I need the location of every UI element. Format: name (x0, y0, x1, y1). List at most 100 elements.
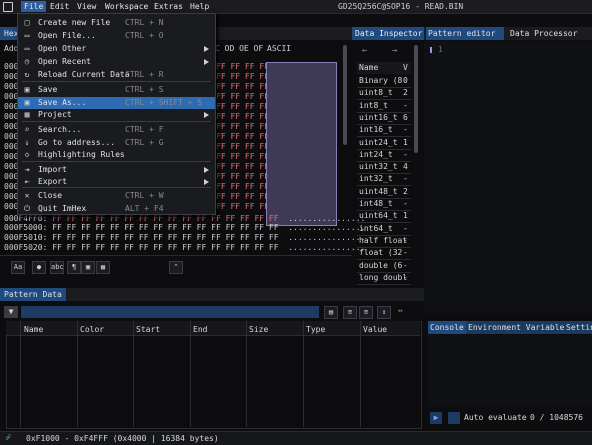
file-menu: □ Create new File CTRL + N ▭ Open File... CTR… (17, 13, 216, 215)
selection-info: 0xF1000 - 0xF4FFF (0x4000 | 16384 bytes) (26, 434, 219, 443)
collapse-icon[interactable]: ↔ (398, 306, 403, 315)
col-value[interactable]: Value (363, 324, 387, 335)
file-menu-item-save-as[interactable]: ▣ Save As... CTRL + SHIFT + S (18, 97, 215, 109)
pattern-tabbar: Pattern editor Data Processor (424, 27, 592, 40)
file-menu-item-open-other[interactable]: ▭ Open Other (18, 43, 215, 55)
hex-byte-group[interactable]: FF FF FF FF (216, 112, 269, 122)
chevron-up-icon[interactable]: ⌃ (169, 261, 183, 274)
tab-settings[interactable]: Settin (564, 321, 592, 334)
col-color[interactable]: Color (80, 324, 104, 335)
inspector-row[interactable]: uint24_t 1 (357, 137, 411, 150)
inspector-row[interactable]: uint64_t 1 (357, 210, 411, 224)
play-icon[interactable]: ▶ (430, 412, 442, 424)
inspector-row[interactable]: uint48_t 2 (357, 186, 411, 199)
arrow-right-icon[interactable]: → (392, 46, 397, 56)
hex-scrollbar[interactable] (343, 45, 347, 145)
file-menu-item-create-new-file[interactable]: □ Create new File CTRL + N (18, 17, 215, 29)
inspector-row-name: uint16_t (359, 112, 398, 122)
file-menu-item-label: Open Recent (38, 57, 91, 66)
sort-icon[interactable]: ≡ (343, 306, 357, 319)
inspector-row[interactable]: long doubl - (357, 272, 411, 285)
auto-evaluate-checkbox[interactable] (448, 412, 460, 424)
hex-byte-group[interactable]: FF FF FF FF (216, 172, 269, 182)
hex-byte-group[interactable]: FF FF FF FF (216, 62, 269, 72)
menubar: File Edit View Workspace Extras Help GD2… (0, 0, 592, 14)
col-start[interactable]: Start (136, 324, 160, 335)
inspector-row-value: 0 (403, 76, 408, 85)
hex-byte-group[interactable]: FF FF FF FF (216, 152, 269, 162)
tab-console[interactable]: Console (428, 321, 466, 334)
inspector-row[interactable]: Binary (8 0 (357, 75, 411, 88)
pattern-filter-input[interactable] (21, 306, 319, 318)
table-icon[interactable]: ▦ (96, 261, 110, 274)
file-menu-item-go-to-address[interactable]: ↓ Go to address... CTRL + G (18, 137, 215, 149)
menu-file[interactable]: File (21, 1, 47, 12)
inspector-row-value: - (403, 272, 408, 282)
col-name[interactable]: Name (24, 324, 43, 335)
file-menu-item-import[interactable]: ⇥ Import (18, 164, 215, 176)
inspector-row[interactable]: int16_t - (357, 124, 411, 138)
paragraph-icon[interactable]: ¶ (67, 261, 81, 274)
hex-byte-group[interactable]: FF FF FF FF (216, 122, 269, 132)
inspector-row[interactable]: int48_t - (357, 198, 411, 211)
inspector-row[interactable]: double (6- (357, 260, 411, 273)
hex-byte-group[interactable]: FF FF FF FF (216, 202, 269, 212)
tab-pattern-editor[interactable]: Pattern editor (426, 27, 504, 40)
hex-byte-group[interactable]: FF FF FF FF (216, 72, 269, 82)
inspector-row[interactable]: uint8_t 2 (357, 87, 411, 101)
inspector-row-value: - (403, 223, 408, 233)
text-button[interactable]: abc (50, 261, 64, 274)
power-icon: ⏻ (23, 204, 31, 213)
file-menu-item-save[interactable]: ▣ Save CTRL + S (18, 84, 215, 96)
col-type[interactable]: Type (306, 324, 325, 335)
auto-evaluate-label: Auto evaluate (464, 413, 527, 422)
inspector-row[interactable]: float (32- (357, 247, 411, 261)
hex-byte-group[interactable]: FF FF FF FF (216, 192, 269, 202)
tree-view-icon[interactable]: ▤ (324, 306, 338, 319)
file-menu-item-quit-imhex[interactable]: ⏻ Quit ImHex ALT + F4 (18, 203, 215, 215)
map-icon[interactable]: ▣ (81, 261, 95, 274)
menu-extras[interactable]: Extras (151, 1, 186, 12)
hex-byte-group[interactable]: FF FF FF FF (216, 142, 269, 152)
menu-edit[interactable]: Edit (47, 1, 72, 12)
menu-workspace[interactable]: Workspace (102, 1, 151, 12)
file-menu-item-project[interactable]: ▦ Project (18, 109, 215, 121)
inspector-row[interactable]: int64_t - (357, 223, 411, 236)
col-end[interactable]: End (193, 324, 207, 335)
file-menu-item-close[interactable]: ✕ Close CTRL + W (18, 190, 215, 202)
inspector-row[interactable]: int8_t - (357, 100, 411, 113)
menu-view[interactable]: View (74, 1, 99, 12)
file-menu-item-label: Open Other (38, 44, 87, 53)
lightbulb-icon[interactable]: ● (32, 261, 46, 274)
inspector-row[interactable]: int24_t - (357, 149, 411, 162)
col-size[interactable]: Size (249, 324, 268, 335)
pattern-editor[interactable] (424, 41, 592, 313)
hex-byte-group[interactable]: FF FF FF FF (216, 102, 269, 112)
hex-byte-group[interactable]: FF FF FF FF (216, 92, 269, 102)
file-menu-item-label: Create new File (38, 18, 111, 27)
file-menu-item-reload-current-data[interactable]: ↻ Reload Current Data CTRL + R (18, 69, 215, 81)
tab-data-inspector[interactable]: Data Inspector (352, 27, 424, 40)
file-menu-item-open-file[interactable]: ▭ Open File... CTRL + O (18, 30, 215, 42)
expand-icon[interactable]: ↕ (377, 306, 391, 319)
tab-pattern-data[interactable]: Pattern Data (0, 288, 66, 301)
inspector-row[interactable]: half float - (357, 235, 411, 248)
hex-byte-group[interactable]: FF FF FF FF (216, 132, 269, 142)
menu-help[interactable]: Help (187, 1, 212, 12)
inspector-row[interactable]: uint16_t 6 (357, 112, 411, 125)
hex-byte-group[interactable]: FF FF FF FF (216, 182, 269, 192)
arrow-left-icon[interactable]: ← (362, 46, 367, 56)
hex-byte-group[interactable]: FF FF FF FF (216, 162, 269, 172)
sort-desc-icon[interactable]: ≡ (359, 306, 373, 319)
file-menu-item-open-recent[interactable]: ◷ Open Recent (18, 56, 215, 68)
inspector-scrollbar[interactable] (414, 45, 418, 153)
file-menu-item-search[interactable]: ⌕ Search... CTRL + F (18, 124, 215, 136)
tab-data-processor[interactable]: Data Processor (506, 27, 581, 40)
filter-icon[interactable]: ▼ (4, 306, 18, 318)
inspector-row[interactable]: uint32_t 4 (357, 161, 411, 175)
font-case-button[interactable]: Aa (11, 261, 25, 274)
tab-environment-variables[interactable]: Environment Variables (466, 321, 572, 334)
hex-byte-group[interactable]: FF FF FF FF (216, 82, 269, 92)
file-menu-item-highlighting-rules[interactable]: ◇ Highlighting Rules (18, 149, 215, 161)
inspector-row[interactable]: int32_t - (357, 173, 411, 187)
